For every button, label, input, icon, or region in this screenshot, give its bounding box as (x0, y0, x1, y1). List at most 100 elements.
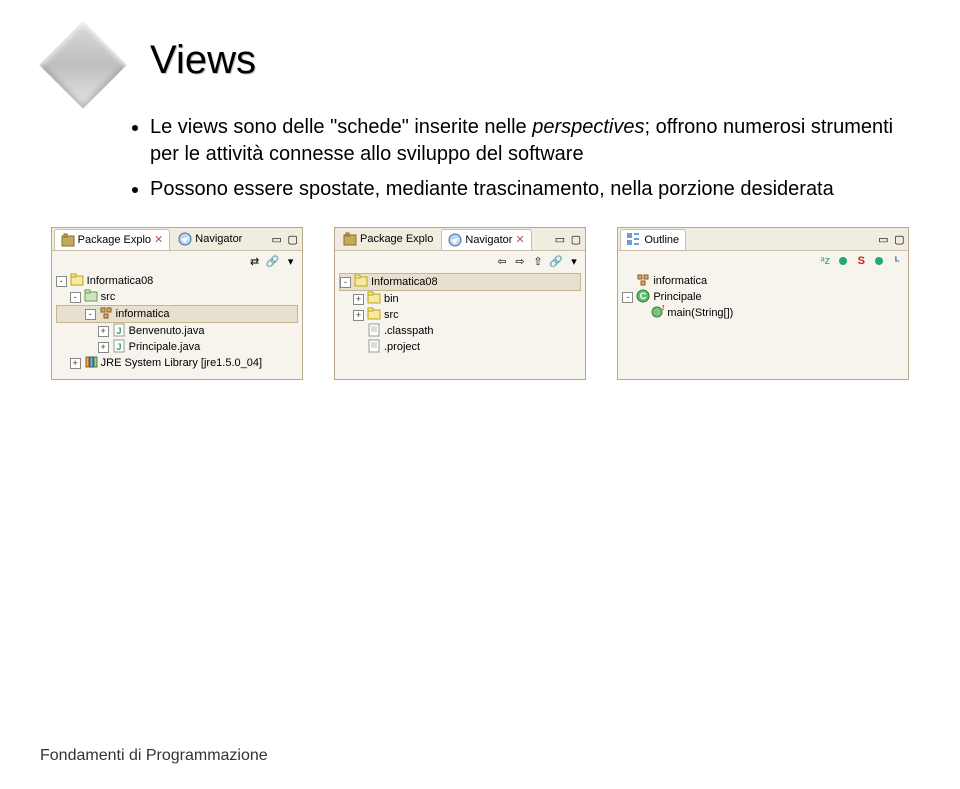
tab-package-explorer[interactable]: Package Explo (337, 229, 439, 249)
view-toolbar: ⇄ 🔗 ▾ (52, 251, 302, 271)
src-folder-icon (84, 289, 98, 306)
tree-item-label: informatica (653, 275, 707, 287)
tree-item[interactable]: Smain(String[]) (622, 305, 904, 321)
tree-item[interactable]: informatica (622, 273, 904, 289)
tree-item-label: Principale (653, 291, 701, 303)
tab-navigator[interactable]: Navigator ✕ (441, 229, 531, 250)
library-icon (84, 355, 98, 372)
hide-static-icon[interactable]: S (854, 254, 868, 268)
minimize-icon[interactable]: ▭ (270, 232, 284, 246)
tree-package-explorer: -Informatica08-src-informatica+JBenvenut… (52, 271, 302, 379)
package-icon (99, 306, 113, 323)
tree-expander-icon[interactable]: + (98, 326, 109, 337)
svg-text:J: J (116, 342, 121, 352)
outline-icon (627, 233, 641, 247)
navigator-icon (178, 232, 192, 246)
maximize-icon[interactable]: ▢ (286, 232, 300, 246)
bullet-item: Possono essere spostate, mediante trasci… (150, 176, 920, 203)
tree-expander-icon[interactable]: + (353, 310, 364, 321)
minimize-icon[interactable]: ▭ (553, 232, 567, 246)
tree-item-label: informatica (116, 308, 170, 320)
bullet-list: Le views sono delle "schede" inserite ne… (150, 114, 920, 203)
tree-expander-icon[interactable]: + (70, 358, 81, 369)
svg-text:S: S (662, 305, 664, 312)
tab-label: Navigator (195, 233, 242, 245)
tab-label: Package Explo (78, 234, 151, 246)
tree-item[interactable]: - Informatica08 (56, 273, 298, 289)
tree-item-label: Informatica08 (87, 275, 154, 287)
view-menu-icon[interactable]: ▾ (567, 254, 581, 268)
tree-item[interactable]: + src (339, 307, 581, 323)
back-icon[interactable]: ⇦ (495, 254, 509, 268)
tab-outline[interactable]: Outline (620, 229, 686, 250)
hide-fields-icon[interactable] (836, 254, 850, 268)
tab-label: Package Explo (360, 233, 433, 245)
java-file-icon: J (112, 339, 126, 356)
class-icon: C (636, 289, 650, 306)
tree-item[interactable]: .classpath (339, 323, 581, 339)
tree-item-label: src (384, 309, 399, 321)
tree-item[interactable]: - informatica (56, 305, 298, 323)
close-icon[interactable]: ✕ (154, 233, 163, 246)
tree-expander-icon[interactable]: - (622, 292, 633, 303)
tree-item-label: .classpath (384, 325, 434, 337)
project-icon (354, 274, 368, 291)
sort-az-icon[interactable]: ᵃz (818, 254, 832, 268)
forward-icon[interactable]: ⇨ (513, 254, 527, 268)
collapse-arrows-icon[interactable]: ⇄ (248, 254, 262, 268)
tree-item[interactable]: +JRE System Library [jre1.5.0_04] (56, 355, 298, 371)
tree-item-label: Informatica08 (371, 276, 438, 288)
tab-label: Outline (644, 234, 679, 246)
link-editor-icon[interactable]: 🔗 (549, 254, 563, 268)
tree-item-label: main(String[]) (667, 307, 733, 319)
svg-text:J: J (116, 326, 121, 336)
tree-expander-icon[interactable]: - (56, 276, 67, 287)
tree-navigator: -Informatica08+bin+src.classpath.project (335, 271, 585, 363)
bullet-diamond (39, 21, 127, 109)
tree-expander-icon[interactable]: - (340, 277, 351, 288)
tree-item[interactable]: +bin (339, 291, 581, 307)
tree-item[interactable]: +JBenvenuto.java (56, 323, 298, 339)
tree-outline: informatica -C Principale Smain(String[]) (618, 271, 908, 329)
tab-label: Navigator (465, 234, 512, 246)
tree-expander-icon[interactable]: - (85, 309, 96, 320)
bullet-text-emph: perspectives (532, 116, 644, 138)
tab-package-explorer[interactable]: Package Explo ✕ (54, 229, 171, 250)
svg-text:C: C (640, 291, 647, 301)
package-explorer-icon (61, 233, 75, 247)
outline-toolbar: ᵃz S ᴸ (618, 251, 908, 271)
maximize-icon[interactable]: ▢ (569, 232, 583, 246)
tree-expander-icon[interactable]: + (353, 294, 364, 305)
file-icon (367, 339, 381, 356)
navigator-icon (448, 233, 462, 247)
maximize-icon[interactable]: ▢ (892, 232, 906, 246)
folder-icon (367, 291, 381, 308)
tree-item[interactable]: -C Principale (622, 289, 904, 305)
slide-title: Views (150, 38, 256, 83)
tab-bar: Package Explo Navigator ✕ ▭ ▢ (335, 228, 585, 251)
tab-bar: Outline ▭ ▢ (618, 228, 908, 251)
view-toolbar: ⇦ ⇨ ⇧ 🔗 ▾ (335, 251, 585, 271)
link-editor-icon[interactable]: 🔗 (266, 254, 280, 268)
hide-nonpublic-icon[interactable] (872, 254, 886, 268)
tree-item-label: .project (384, 341, 420, 353)
tab-navigator[interactable]: Navigator (172, 229, 248, 249)
tree-item[interactable]: +JPrincipale.java (56, 339, 298, 355)
tree-item[interactable]: .project (339, 339, 581, 355)
tree-expander-icon[interactable]: + (98, 342, 109, 353)
navigator-panel: Package Explo Navigator ✕ ▭ ▢ ⇦ ⇨ ⇧ 🔗 ▾ … (334, 227, 586, 380)
bullet-text: Possono essere spostate, mediante trasci… (150, 178, 834, 200)
tree-item[interactable]: - Informatica08 (339, 273, 581, 291)
tree-item[interactable]: -src (56, 289, 298, 305)
package-explorer-icon (343, 232, 357, 246)
package-explorer-panel: Package Explo ✕ Navigator ▭ ▢ ⇄ 🔗 ▾ -Inf… (51, 227, 303, 380)
hide-local-icon[interactable]: ᴸ (890, 254, 904, 268)
java-file-icon: J (112, 323, 126, 340)
tree-expander-icon[interactable]: - (70, 292, 81, 303)
footer-text: Fondamenti di Programmazione (40, 747, 268, 765)
close-icon[interactable]: ✕ (515, 233, 524, 246)
up-icon[interactable]: ⇧ (531, 254, 545, 268)
minimize-icon[interactable]: ▭ (876, 232, 890, 246)
folder-icon (367, 307, 381, 324)
view-menu-icon[interactable]: ▾ (284, 254, 298, 268)
